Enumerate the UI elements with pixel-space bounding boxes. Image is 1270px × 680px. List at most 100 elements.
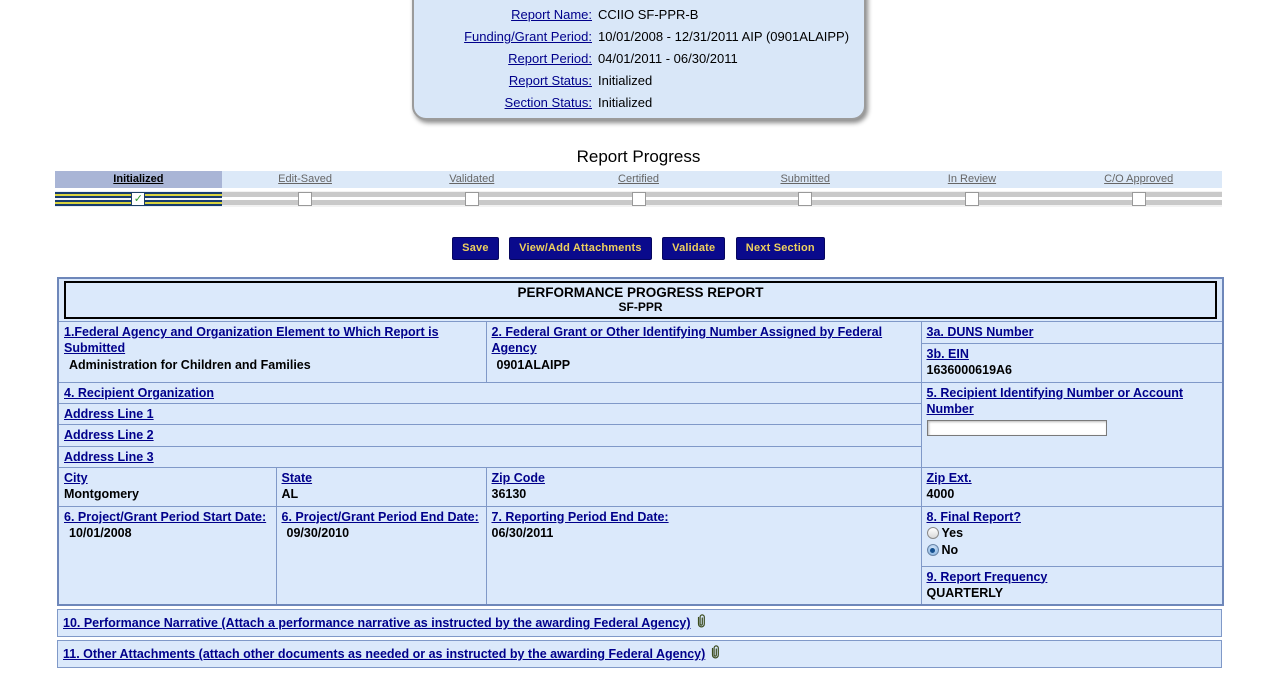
- recipient-id-label[interactable]: 5. Recipient Identifying Number or Accou…: [927, 386, 1184, 416]
- final-report-no-label: No: [941, 543, 959, 558]
- zip-value: 36130: [491, 487, 527, 501]
- state-label[interactable]: State: [282, 471, 313, 485]
- section-status-link[interactable]: Section Status:: [424, 92, 592, 114]
- field-recipient-id: 5. Recipient Identifying Number or Accou…: [920, 381, 1224, 468]
- summary-row: Report Status: Initialized: [424, 70, 850, 92]
- zip-label[interactable]: Zip Code: [492, 471, 545, 485]
- address-line-1-label[interactable]: Address Line 1: [64, 407, 154, 421]
- report-progress-tracker: Initialized Edit-Saved Validated Certifi…: [55, 171, 1222, 207]
- final-report-no-radio[interactable]: [926, 544, 939, 557]
- stage-checkbox-initialized[interactable]: ✓: [131, 192, 146, 206]
- stage-checkbox-in-review[interactable]: [964, 192, 979, 206]
- field-federal-grant: 2. Federal Grant or Other Identifying Nu…: [485, 321, 922, 383]
- zip-ext-value: 4000: [926, 487, 955, 501]
- stage-checkbox-validated[interactable]: [464, 192, 479, 206]
- period-start-label[interactable]: 6. Project/Grant Period Start Date:: [64, 510, 266, 524]
- zip-ext-label[interactable]: Zip Ext.: [927, 471, 972, 485]
- stage-checkbox-edit-saved[interactable]: [298, 192, 313, 206]
- report-name-link[interactable]: Report Name:: [424, 4, 592, 26]
- other-attachments-link[interactable]: 11. Other Attachments (attach other docu…: [63, 646, 705, 662]
- field-duns: 3a. DUNS Number: [920, 321, 1224, 344]
- report-period-link[interactable]: Report Period:: [424, 48, 592, 70]
- final-report-yes-label: Yes: [941, 526, 964, 541]
- stage-label-row: Initialized Edit-Saved Validated Certifi…: [55, 171, 1222, 188]
- performance-narrative-row: 10. Performance Narrative (Attach a perf…: [57, 609, 1222, 638]
- final-report-yes-option[interactable]: Yes: [926, 525, 1218, 542]
- funding-grant-period-value: 10/01/2008 - 12/31/2011 AIP (0901ALAIPP): [598, 29, 850, 44]
- report-period-value: 04/01/2011 - 06/30/2011: [598, 51, 738, 66]
- frequency-label[interactable]: 9. Report Frequency: [927, 570, 1048, 584]
- progress-bar: ✓: [55, 191, 1222, 207]
- city-value: Montgomery: [64, 487, 139, 501]
- federal-grant-label[interactable]: 2. Federal Grant or Other Identifying Nu…: [492, 325, 883, 355]
- toolbar: Save View/Add Attachments Validate Next …: [0, 237, 1270, 260]
- stage-checkbox-certified[interactable]: [631, 192, 646, 206]
- city-label[interactable]: City: [64, 471, 88, 485]
- final-report-label[interactable]: 8. Final Report?: [927, 510, 1021, 524]
- federal-agency-label[interactable]: 1.Federal Agency and Organization Elemen…: [64, 325, 439, 355]
- field-ein: 3b. EIN 1636000619A6: [920, 343, 1224, 383]
- report-progress-title: Report Progress: [576, 147, 701, 166]
- period-end-value: 09/30/2010: [286, 525, 350, 540]
- duns-label[interactable]: 3a. DUNS Number: [927, 325, 1034, 339]
- field-zip: Zip Code 36130: [485, 466, 922, 507]
- field-address-line-1: Address Line 1: [57, 402, 922, 426]
- period-end-label[interactable]: 6. Project/Grant Period End Date:: [282, 510, 479, 524]
- stage-certified[interactable]: Certified: [555, 171, 722, 188]
- frequency-value: QUARTERLY: [926, 585, 1004, 600]
- field-recipient-org: 4. Recipient Organization: [57, 381, 922, 405]
- report-summary-box: Report Name: CCIIO SF-PPR-B Funding/Gran…: [412, 0, 866, 120]
- field-address-line-2: Address Line 2: [57, 424, 922, 447]
- view-add-attachments-button[interactable]: View/Add Attachments: [509, 237, 652, 260]
- field-state: State AL: [275, 466, 487, 507]
- ein-label[interactable]: 3b. EIN: [927, 347, 969, 361]
- summary-row: Funding/Grant Period: 10/01/2008 - 12/31…: [424, 26, 850, 48]
- next-section-button[interactable]: Next Section: [735, 237, 825, 260]
- address-line-3-label[interactable]: Address Line 3: [64, 450, 154, 464]
- form-header-cell: PERFORMANCE PROGRESS REPORT SF-PPR: [57, 277, 1224, 322]
- field-final-report: 8. Final Report? Yes No: [920, 505, 1224, 567]
- field-zip-ext: Zip Ext. 4000: [920, 466, 1224, 507]
- progress-bar-pending-segment: [221, 191, 1222, 207]
- period-start-value: 10/01/2008: [69, 525, 132, 540]
- funding-grant-period-link[interactable]: Funding/Grant Period:: [424, 26, 592, 48]
- other-attachments-row: 11. Other Attachments (attach other docu…: [57, 640, 1222, 669]
- final-report-no-option[interactable]: No: [926, 542, 1218, 559]
- stage-checkbox-co-approved[interactable]: [1131, 192, 1146, 206]
- validate-button[interactable]: Validate: [662, 237, 726, 260]
- report-status-link[interactable]: Report Status:: [424, 70, 592, 92]
- section-status-value: Initialized: [598, 95, 653, 110]
- field-city: City Montgomery: [57, 466, 277, 507]
- federal-grant-value: 0901ALAIPP: [496, 357, 571, 372]
- performance-narrative-link[interactable]: 10. Performance Narrative (Attach a perf…: [63, 615, 691, 631]
- federal-agency-value: Administration for Children and Families: [69, 357, 311, 372]
- stage-edit-saved[interactable]: Edit-Saved: [222, 171, 389, 188]
- report-name-value: CCIIO SF-PPR-B: [598, 7, 699, 22]
- summary-row: Report Period: 04/01/2011 - 06/30/2011: [424, 48, 850, 70]
- report-status-value: Initialized: [598, 73, 653, 88]
- paperclip-icon[interactable]: [709, 644, 721, 664]
- form-subtitle: SF-PPR: [618, 300, 663, 314]
- stage-in-review[interactable]: In Review: [889, 171, 1056, 188]
- reporting-end-label[interactable]: 7. Reporting Period End Date:: [492, 510, 669, 524]
- summary-row: Report Name: CCIIO SF-PPR-B: [424, 4, 850, 26]
- final-report-yes-radio[interactable]: [926, 527, 939, 540]
- address-line-2-label[interactable]: Address Line 2: [64, 428, 154, 442]
- form-header-box: PERFORMANCE PROGRESS REPORT SF-PPR: [64, 281, 1218, 319]
- paperclip-icon[interactable]: [695, 613, 707, 633]
- stage-submitted[interactable]: Submitted: [722, 171, 889, 188]
- stage-co-approved[interactable]: C/O Approved: [1055, 171, 1222, 188]
- stage-validated[interactable]: Validated: [388, 171, 555, 188]
- field-period-end: 6. Project/Grant Period End Date: 09/30/…: [275, 505, 487, 606]
- reporting-end-value: 06/30/2011: [491, 525, 554, 540]
- field-reporting-end: 7. Reporting Period End Date: 06/30/2011: [485, 505, 922, 606]
- stage-checkbox-submitted[interactable]: [798, 192, 813, 206]
- field-frequency: 9. Report Frequency QUARTERLY: [920, 565, 1224, 606]
- field-period-start: 6. Project/Grant Period Start Date: 10/0…: [57, 505, 277, 606]
- field-address-line-3: Address Line 3: [57, 445, 922, 468]
- form-title: PERFORMANCE PROGRESS REPORT: [517, 285, 764, 300]
- recipient-org-label[interactable]: 4. Recipient Organization: [64, 386, 214, 400]
- stage-initialized[interactable]: Initialized: [55, 171, 222, 188]
- recipient-id-input[interactable]: [926, 420, 1107, 437]
- save-button[interactable]: Save: [452, 237, 499, 260]
